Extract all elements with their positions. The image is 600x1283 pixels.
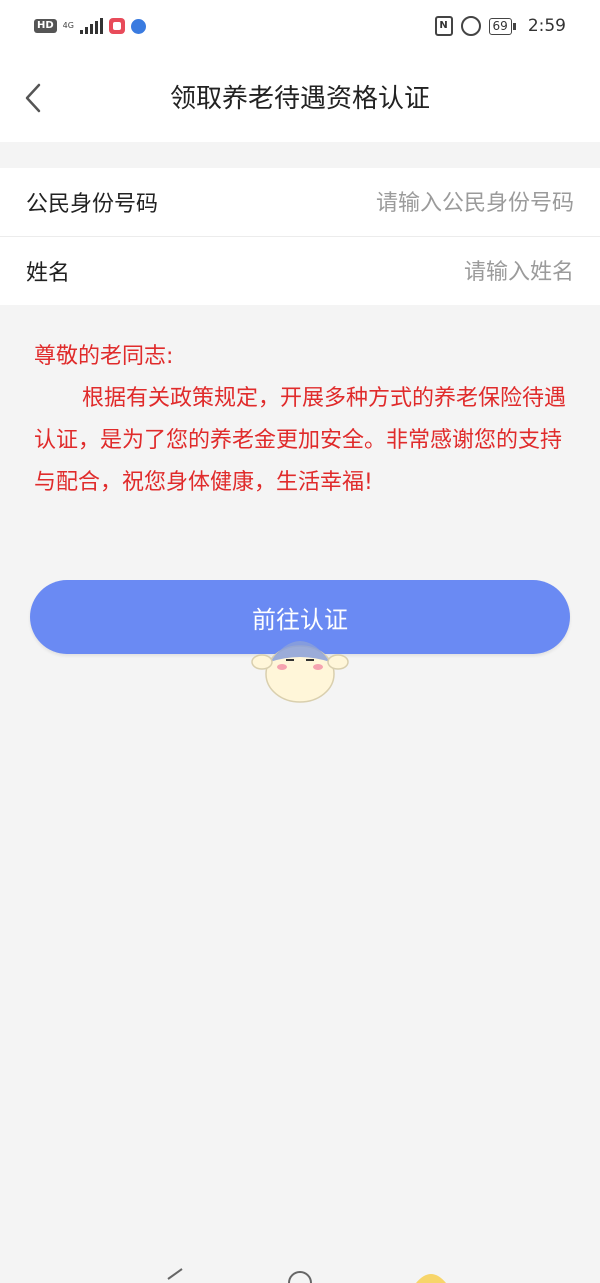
- id-number-label: 公民身份号码: [26, 192, 159, 217]
- name-row: 姓名: [0, 237, 600, 305]
- notice-text: 尊敬的老同志: 根据有关政策规定，开展多种方式的养老保险待遇认证，是为了您的养老…: [34, 336, 574, 504]
- home-circle-icon[interactable]: [286, 1267, 314, 1283]
- status-right-icons: N 69 2:59: [434, 16, 566, 36]
- name-input[interactable]: [232, 249, 576, 295]
- verification-form: 公民身份号码 姓名: [0, 168, 600, 305]
- floating-mascot-icon[interactable]: [248, 612, 352, 708]
- system-navigation-bar: [0, 1253, 600, 1283]
- nav-bar: 领取养老待遇资格认证: [0, 58, 600, 142]
- notice-body: 根据有关政策规定，开展多种方式的养老保险待遇认证，是为了您的养老金更加安全。非常…: [34, 386, 567, 495]
- battery-icon: 69: [488, 17, 517, 35]
- status-left-icons: HD 4G: [34, 18, 146, 34]
- browser-icon: [130, 18, 146, 34]
- status-bar: HD 4G N 69 2:59: [0, 0, 600, 58]
- alarm-icon: [460, 16, 481, 36]
- name-label: 姓名: [26, 261, 71, 286]
- id-number-row: 公民身份号码: [0, 168, 600, 237]
- status-time: 2:59: [527, 16, 566, 36]
- app-notification-icon: [108, 18, 125, 34]
- network-type-label: 4G: [62, 21, 74, 30]
- signal-strength-icon: [79, 18, 103, 34]
- notice-title: 尊敬的老同志:: [34, 344, 174, 369]
- back-triangle-icon[interactable]: [162, 1267, 186, 1283]
- nfc-icon: N: [434, 16, 453, 36]
- page-title: 领取养老待遇资格认证: [169, 84, 430, 114]
- hd-icon: HD: [34, 19, 57, 33]
- mascot-shortcut-icon[interactable]: [414, 1265, 448, 1283]
- id-number-input[interactable]: [232, 180, 576, 226]
